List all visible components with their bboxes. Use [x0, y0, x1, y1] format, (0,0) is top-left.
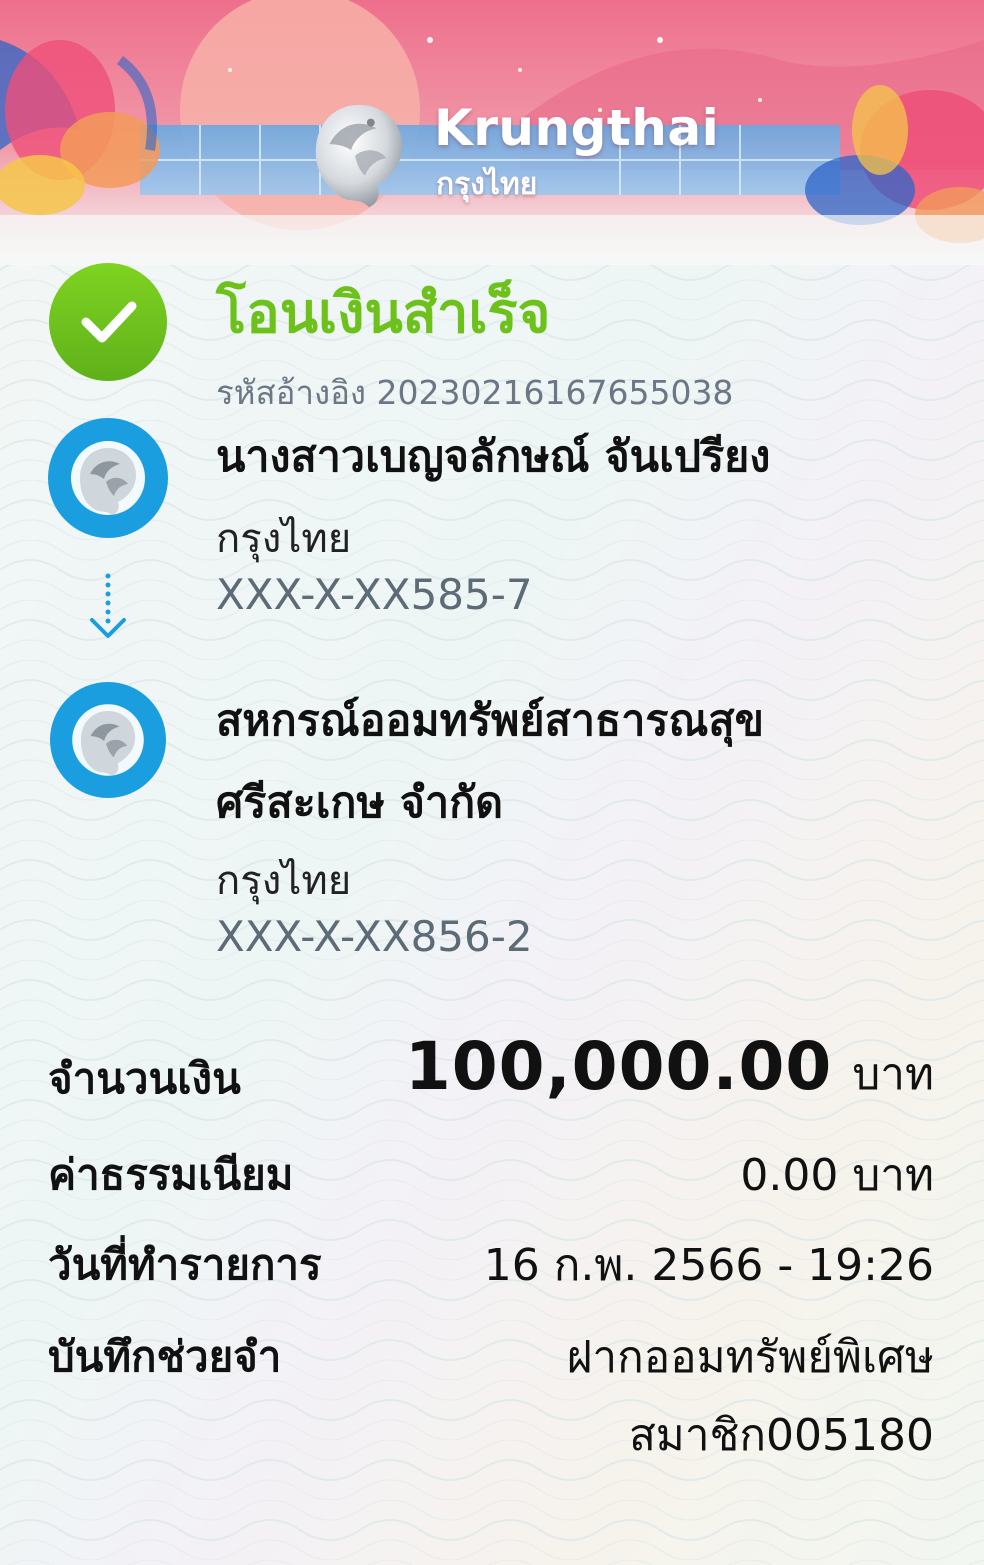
memo-value-line1: ฝากออมทรัพย์พิเศษ	[566, 1332, 934, 1383]
arrow-down-dotted-icon	[90, 573, 126, 638]
header-banner: Krungthai กรุงไทย	[0, 0, 984, 265]
date-label: วันที่ทำรายการ	[48, 1240, 322, 1289]
krungthai-logo-icon	[50, 682, 166, 798]
receiver-account: XXX-X-XX856-2	[216, 912, 533, 961]
amount-value: 100,000.00	[404, 1028, 833, 1105]
amount-label: จำนวนเงิน	[48, 1054, 241, 1103]
receiver-bank: กรุงไทย	[216, 858, 352, 904]
brand-name-th: กรุงไทย	[436, 167, 538, 202]
fee-value: 0.00 บาท	[740, 1150, 934, 1201]
sender-account: XXX-X-XX585-7	[216, 570, 533, 619]
amount-unit: บาท	[852, 1049, 934, 1100]
amount-value-row: 100,000.00 บาท	[405, 1028, 934, 1109]
krungthai-logo-icon	[48, 418, 168, 538]
phoenix-logo-icon	[315, 104, 403, 208]
brand-name-en: Krungthai	[434, 99, 720, 157]
status-title: โอนเงินสำเร็จ	[216, 281, 551, 346]
receiver-name-line1: สหกรณ์ออมทรัพย์สาธารณสุข	[216, 696, 764, 746]
memo-label: บันทึกช่วยจำ	[48, 1332, 282, 1381]
date-value: 16 ก.พ. 2566 - 19:26	[483, 1240, 934, 1291]
reference-number: รหัสอ้างอิง 2023021616765503​8	[216, 373, 734, 412]
fee-label: ค่าธรรมเนียม	[48, 1150, 294, 1199]
krungthai-logo: Krungthai กรุงไทย	[300, 95, 720, 215]
sender-bank: กรุงไทย	[216, 516, 352, 562]
memo-value-line2: สมาชิก005180	[628, 1410, 934, 1461]
check-circle-icon	[49, 263, 167, 381]
sender-name: นางสาวเบญจลักษณ์ จันเปรียง	[216, 432, 771, 482]
receiver-name-line2: ศรีสะเกษ จำกัด	[216, 778, 504, 828]
